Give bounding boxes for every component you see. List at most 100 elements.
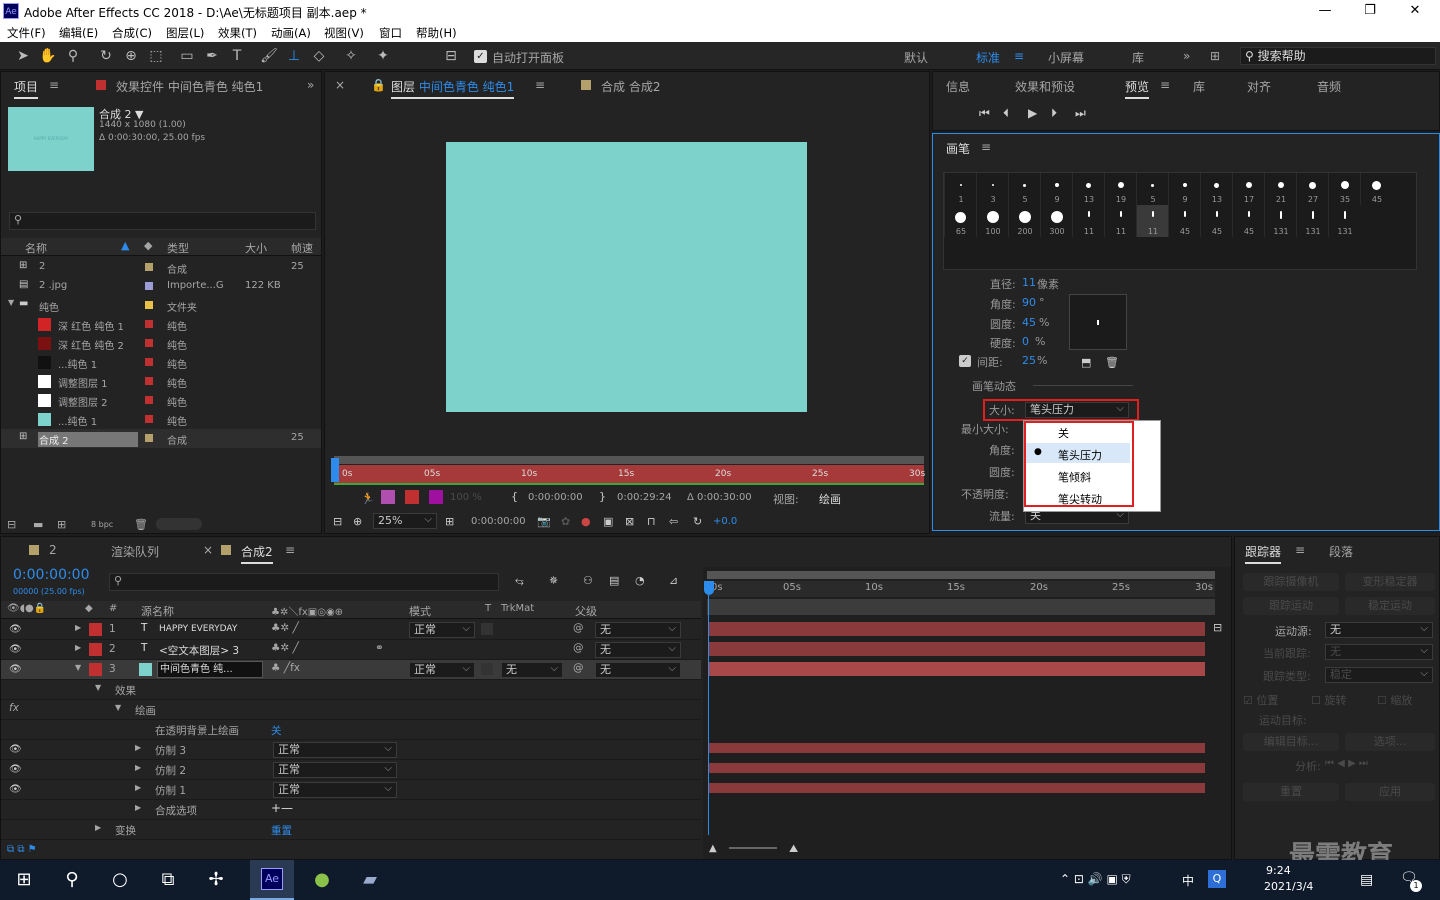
brush-tip[interactable]: 300: [1040, 205, 1072, 237]
pen-tool-icon[interactable]: ✒: [203, 47, 221, 65]
project-item-name[interactable]: ...纯色 1: [57, 356, 97, 371]
reset-exposure-icon[interactable]: ⇦: [669, 515, 678, 528]
tab-composition[interactable]: 合成 合成2: [601, 78, 660, 95]
clock-date[interactable]: 2021/3/4: [1264, 880, 1313, 893]
clone-row-2[interactable]: 👁 ▶ 仿制 2 正常: [1, 760, 701, 780]
exposure-icon[interactable]: ↻: [693, 515, 702, 528]
clone-1-bar[interactable]: [709, 783, 1205, 793]
brush-tip[interactable]: 11: [1104, 205, 1136, 237]
options-button[interactable]: 选项...: [1345, 733, 1435, 751]
cortana-icon[interactable]: ○: [108, 868, 132, 892]
puppet-tool-icon[interactable]: ✦: [374, 47, 392, 65]
brush-tip[interactable]: 45: [1360, 173, 1392, 205]
folder-expand-icon[interactable]: ▼: [8, 298, 14, 307]
clone-mode-dropdown[interactable]: 正常: [273, 742, 397, 758]
prev-frame-icon[interactable]: ⏴: [1003, 106, 1009, 121]
clone-mode-dropdown[interactable]: 正常: [273, 762, 397, 778]
visibility-eye-icon[interactable]: 👁: [9, 784, 22, 795]
collapse-arrow-icon[interactable]: ▼: [75, 663, 81, 672]
in-point-time[interactable]: 0:00:00:00: [528, 492, 583, 503]
zoom-tool-icon[interactable]: ⚲: [64, 47, 82, 65]
tracker-reset-button[interactable]: 重置: [1243, 783, 1339, 801]
menu-effect[interactable]: 效果(T): [218, 25, 257, 41]
brush-tip[interactable]: 45: [1200, 205, 1232, 237]
pick-whip-icon[interactable]: @: [573, 642, 584, 654]
layer-controls-icon[interactable]: ⊓: [647, 515, 656, 528]
auto-open-checkbox[interactable]: ✓: [474, 50, 487, 63]
brush-tip[interactable]: 21: [1264, 173, 1296, 205]
channel-icon[interactable]: ●: [581, 515, 591, 528]
layer-name[interactable]: HAPPY EVERYDAY: [159, 624, 237, 634]
tab-layer[interactable]: 图层 中间色青色 纯色1: [391, 78, 515, 99]
expand-arrow-icon[interactable]: ▶: [135, 803, 141, 812]
layer-switches-icon[interactable]: ♣✲ ╱: [271, 622, 299, 634]
diameter-value[interactable]: 11: [1022, 276, 1036, 289]
brush-tip[interactable]: 65: [944, 205, 976, 237]
always-preview-icon[interactable]: ⊟: [333, 515, 342, 528]
project-item-name[interactable]: 纯色: [38, 299, 59, 314]
size-dropdown[interactable]: 笔头压力: [1025, 402, 1129, 418]
onion-skin-icon[interactable]: [381, 490, 395, 504]
menu-option-pen-tilt[interactable]: 笔倾斜: [1058, 469, 1091, 485]
menu-option-off[interactable]: 关: [1058, 425, 1069, 441]
comp-button-icon[interactable]: ⊟: [1213, 621, 1222, 634]
brush-tip[interactable]: 200: [1008, 205, 1040, 237]
panel-more[interactable]: »: [307, 78, 314, 92]
brush-tip[interactable]: 27: [1296, 173, 1328, 205]
clone-3-bar[interactable]: [709, 743, 1205, 753]
label-color-swatch[interactable]: [145, 263, 153, 271]
out-point-icon[interactable]: }: [599, 490, 606, 503]
position-checkbox[interactable]: ☑ 位置: [1243, 692, 1278, 708]
taskbar-app-green-icon[interactable]: ●: [310, 868, 334, 892]
col-trkmat[interactable]: TrkMat: [501, 603, 534, 614]
spacing-value[interactable]: 25: [1022, 354, 1036, 367]
collapse-arrow-icon[interactable]: ▼: [95, 683, 101, 692]
expand-arrow-icon[interactable]: ▶: [75, 643, 81, 652]
brush-tip[interactable]: 35: [1328, 173, 1360, 205]
col-type[interactable]: 类型: [167, 240, 189, 256]
clone-name[interactable]: 仿制 3: [155, 743, 186, 758]
menu-edit[interactable]: 编辑(E): [59, 25, 98, 41]
label-color-swatch[interactable]: [145, 301, 153, 309]
brush-tip[interactable]: 13: [1200, 173, 1232, 205]
taskbar-search-icon[interactable]: ⚲: [60, 868, 84, 892]
brush-tip[interactable]: 131: [1264, 205, 1296, 237]
col-t[interactable]: T: [485, 603, 491, 614]
delete-brush-icon[interactable]: 🗑: [1105, 356, 1119, 369]
comp-mini-flowchart-icon[interactable]: ⥃: [515, 574, 524, 588]
show-snapshot-icon[interactable]: ✿: [561, 515, 570, 528]
pick-whip-icon[interactable]: @: [573, 662, 584, 674]
clone-row-1[interactable]: 👁 ▶ 仿制 1 正常: [1, 780, 701, 800]
workspace-library[interactable]: 库: [1132, 49, 1144, 66]
lock-icon[interactable]: 🔒: [371, 78, 386, 92]
safe-zone-icon[interactable]: ⊞: [445, 515, 454, 528]
tab-library[interactable]: 库: [1193, 78, 1205, 95]
menu-option-stylus-wheel[interactable]: 笔尖转动: [1058, 491, 1102, 507]
interpret-footage-icon[interactable]: ⊟: [7, 518, 16, 531]
visibility-eye-icon[interactable]: 👁: [9, 644, 22, 655]
system-tray-icons[interactable]: ⌃ ⊡ 🔊 ▣ ⛨: [1060, 872, 1131, 887]
brush-tip[interactable]: 11: [1136, 205, 1168, 237]
angle-value[interactable]: 90: [1022, 296, 1036, 309]
motion-blur-icon[interactable]: ◔: [635, 574, 645, 587]
frame-blending-icon[interactable]: ▤: [609, 574, 619, 587]
region-icon[interactable]: ▣: [603, 515, 613, 528]
type-tool-icon[interactable]: T: [228, 47, 246, 65]
tab-timeline-comp[interactable]: 合成2: [241, 543, 273, 564]
bpc-label[interactable]: 8 bpc: [91, 520, 113, 529]
hand-tool-icon[interactable]: ✋: [39, 47, 57, 65]
render-icon[interactable]: [405, 490, 419, 504]
menu-composition[interactable]: 合成(C): [112, 25, 152, 41]
layer-parent-dropdown[interactable]: 无: [595, 642, 681, 658]
maximize-button[interactable]: ❐: [1347, 0, 1393, 22]
rotation-checkbox[interactable]: ☐ 旋转: [1311, 692, 1346, 708]
project-item[interactable]: ...纯色 1 纯色: [1, 410, 321, 429]
tab-project[interactable]: 项目: [14, 78, 39, 99]
brush-tip[interactable]: 3: [976, 173, 1008, 205]
visibility-eye-icon[interactable]: 👁: [9, 664, 22, 675]
tab-tracker[interactable]: 跟踪器: [1245, 543, 1282, 564]
scale-checkbox[interactable]: ☐ 缩放: [1377, 692, 1412, 708]
expand-arrow-icon[interactable]: ▶: [135, 743, 141, 752]
viewer-close-button[interactable]: ×: [335, 78, 345, 92]
layer-parent-dropdown[interactable]: 无: [595, 662, 681, 678]
